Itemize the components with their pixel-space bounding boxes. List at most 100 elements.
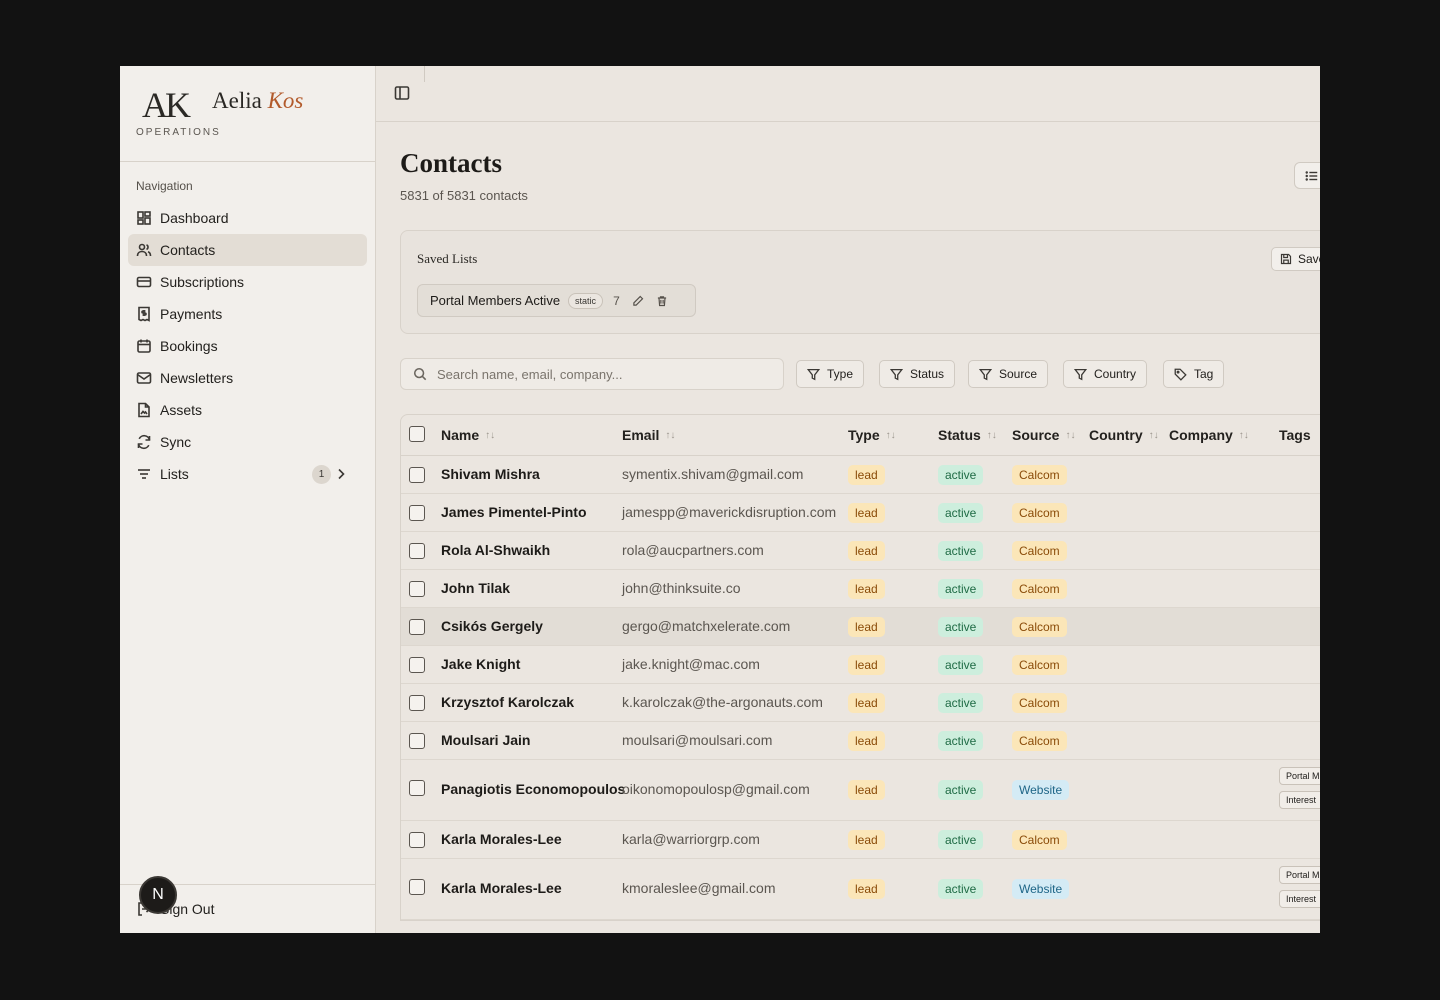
- status-badge: active: [938, 579, 984, 599]
- contact-name[interactable]: Rola Al-Shwaikh: [441, 542, 550, 558]
- contact-name[interactable]: Shivam Mishra: [441, 466, 540, 482]
- sidebar-toggle-icon[interactable]: [394, 85, 410, 101]
- row-checkbox[interactable]: [409, 505, 425, 521]
- saved-list-name: Portal Members Active: [430, 293, 561, 308]
- filter-status-button[interactable]: Status: [879, 360, 956, 388]
- contact-email: rola@aucpartners.com: [622, 542, 764, 558]
- column-header-company[interactable]: Company ↑↓: [1169, 427, 1249, 443]
- sidebar-item-bookings[interactable]: Bookings: [128, 330, 367, 362]
- saved-list-chip[interactable]: Portal Members Active static 7: [417, 284, 696, 317]
- filter-icon: [979, 368, 992, 380]
- row-checkbox[interactable]: [409, 543, 425, 559]
- contact-name[interactable]: Panagiotis Economopoulos: [441, 781, 625, 797]
- contact-name[interactable]: Csikós Gergely: [441, 618, 543, 634]
- tag-icon: [1174, 368, 1187, 381]
- sidebar-item-assets[interactable]: Assets: [128, 394, 367, 426]
- column-header-type[interactable]: Type ↑↓: [848, 427, 896, 443]
- sidebar-item-label: Lists: [160, 466, 189, 482]
- tag-chip: Interest: [1279, 890, 1320, 908]
- select-all-checkbox[interactable]: [409, 426, 425, 442]
- app-window: AK Aelia Kos OPERATIONS Navigation Dashb…: [120, 66, 1320, 933]
- filter-tag-button[interactable]: Tag: [1163, 360, 1225, 388]
- column-header-email[interactable]: Email ↑↓: [622, 427, 675, 443]
- edit-icon[interactable]: [632, 295, 644, 307]
- brand: AK Aelia Kos OPERATIONS: [120, 66, 375, 162]
- table-row[interactable]: Karla Morales-Lee kmoraleslee@gmail.com …: [401, 859, 1320, 920]
- search-input[interactable]: [437, 366, 757, 382]
- table-row[interactable]: Karla Morales-Lee karla@warriorgrp.com l…: [401, 821, 1320, 859]
- trash-icon[interactable]: [656, 295, 668, 307]
- contact-email: jake.knight@mac.com: [622, 656, 760, 672]
- row-checkbox[interactable]: [409, 657, 425, 673]
- sidebar-item-payments[interactable]: Payments: [128, 298, 367, 330]
- contact-email: moulsari@moulsari.com: [622, 732, 773, 748]
- sidebar-item-label: Sync: [160, 434, 192, 450]
- chevron-right-icon[interactable]: [333, 466, 349, 482]
- filter-label: Status: [910, 367, 945, 381]
- type-badge: lead: [848, 655, 885, 675]
- row-checkbox[interactable]: [409, 780, 425, 796]
- sidebar-item-subscriptions[interactable]: Subscriptions: [128, 266, 367, 298]
- save-label: Save: [1298, 252, 1320, 266]
- sidebar-item-dashboard[interactable]: Dashboard: [128, 202, 367, 234]
- sort-icon: ↑↓: [885, 429, 896, 441]
- contact-name[interactable]: James Pimentel-Pinto: [441, 504, 587, 520]
- tag-chip: Portal M: [1279, 866, 1320, 884]
- contact-name[interactable]: John Tilak: [441, 580, 510, 596]
- sidebar-item-lists[interactable]: Lists 1: [128, 458, 367, 490]
- row-checkbox[interactable]: [409, 619, 425, 635]
- sort-icon: ↑↓: [485, 429, 496, 441]
- filter-source-button[interactable]: Source: [968, 360, 1049, 388]
- nav-list: Dashboard Contacts Subscriptions Payment…: [128, 202, 367, 490]
- save-list-button[interactable]: Save: [1271, 247, 1320, 271]
- type-badge: lead: [848, 879, 885, 899]
- filter-type-button[interactable]: Type: [796, 360, 865, 388]
- table-row[interactable]: Moulsari Jain moulsari@moulsari.com lead…: [401, 722, 1320, 760]
- save-icon: [1280, 253, 1292, 265]
- saved-lists-panel: Saved Lists Save Portal Members Active s…: [400, 230, 1320, 334]
- contact-name[interactable]: Jake Knight: [441, 656, 520, 672]
- status-badge: active: [938, 617, 984, 637]
- table-row[interactable]: Shivam Mishra symentix.shivam@gmail.com …: [401, 456, 1320, 494]
- table-row[interactable]: Krzysztof Karolczak k.karolczak@the-argo…: [401, 684, 1320, 722]
- table-row[interactable]: Jake Knight jake.knight@mac.com lead act…: [401, 646, 1320, 684]
- table-row[interactable]: James Pimentel-Pinto jamespp@maverickdis…: [401, 494, 1320, 532]
- saved-lists-title: Saved Lists: [417, 251, 478, 266]
- filter-country-button[interactable]: Country: [1063, 360, 1148, 388]
- contact-name[interactable]: Krzysztof Karolczak: [441, 694, 574, 710]
- column-header-country[interactable]: Country ↑↓: [1089, 427, 1159, 443]
- column-header-name[interactable]: Name ↑↓: [441, 427, 495, 443]
- source-badge: Calcom: [1012, 617, 1067, 637]
- mail-icon: [136, 372, 152, 384]
- type-badge: lead: [848, 541, 885, 561]
- contact-name[interactable]: Karla Morales-Lee: [441, 880, 562, 896]
- sidebar-item-contacts[interactable]: Contacts: [128, 234, 367, 266]
- filter-label: Type: [827, 367, 854, 381]
- table-row[interactable]: Rola Al-Shwaikh rola@aucpartners.com lea…: [401, 532, 1320, 570]
- column-header-status[interactable]: Status ↑↓: [938, 427, 997, 443]
- column-header-source[interactable]: Source ↑↓: [1012, 427, 1075, 443]
- list-icon: [1305, 171, 1318, 181]
- contact-name[interactable]: Karla Morales-Lee: [441, 831, 562, 847]
- type-badge: lead: [848, 731, 885, 751]
- type-badge: lead: [848, 617, 885, 637]
- avatar[interactable]: N: [139, 876, 177, 914]
- row-checkbox[interactable]: [409, 879, 425, 895]
- sidebar-item-newsletters[interactable]: Newsletters: [128, 362, 367, 394]
- sidebar: AK Aelia Kos OPERATIONS Navigation Dashb…: [120, 66, 376, 933]
- source-badge: Calcom: [1012, 655, 1067, 675]
- table-row[interactable]: Panagiotis Economopoulos oikonomopoulosp…: [401, 760, 1320, 821]
- table-row[interactable]: John Tilak john@thinksuite.co lead activ…: [401, 570, 1320, 608]
- row-checkbox[interactable]: [409, 695, 425, 711]
- contact-name[interactable]: Moulsari Jain: [441, 732, 530, 748]
- row-checkbox[interactable]: [409, 733, 425, 749]
- table-row[interactable]: Csikós Gergely gergo@matchxelerate.com l…: [401, 608, 1320, 646]
- sidebar-item-sync[interactable]: Sync: [128, 426, 367, 458]
- row-checkbox[interactable]: [409, 467, 425, 483]
- row-checkbox[interactable]: [409, 832, 425, 848]
- view-toggle-button[interactable]: [1294, 162, 1320, 189]
- contact-email: john@thinksuite.co: [622, 580, 741, 596]
- calendar-icon: [137, 339, 151, 353]
- users-icon: [136, 243, 152, 257]
- row-checkbox[interactable]: [409, 581, 425, 597]
